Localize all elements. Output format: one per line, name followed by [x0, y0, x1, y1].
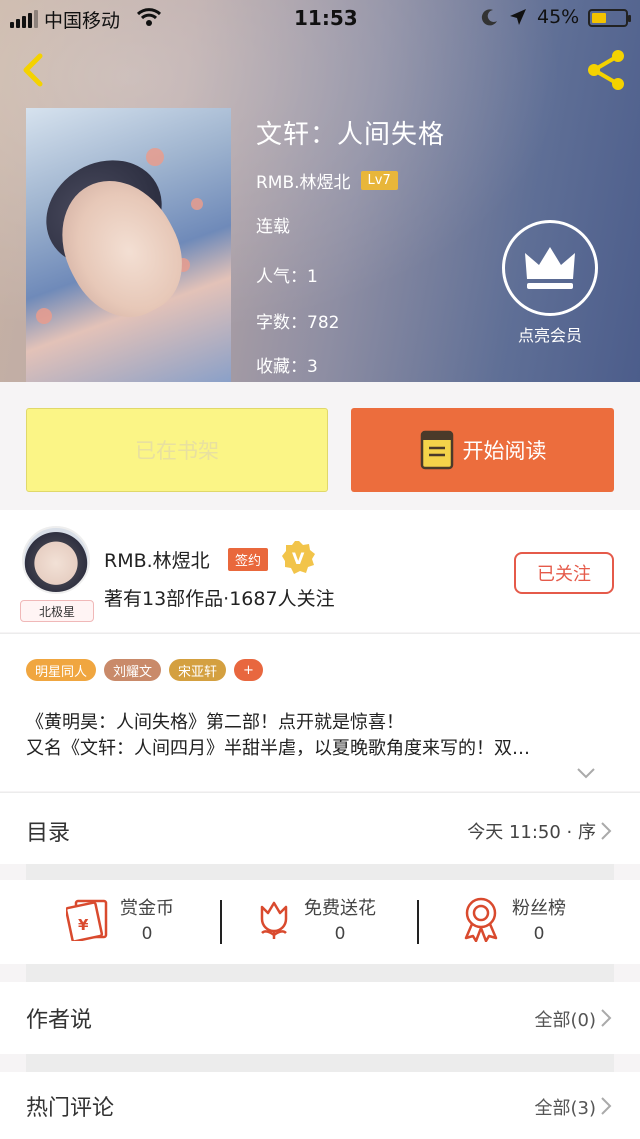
fan-rank-stat[interactable]: 粉丝榜 0: [460, 894, 566, 944]
reward-coin-stat[interactable]: ¥ 赏金币 0: [66, 894, 174, 944]
book-cover[interactable]: [26, 108, 231, 382]
stat-label: 赏金币: [120, 898, 174, 919]
intro-line: 《黄明昊：人间失格》第二部！点开就是惊喜！: [26, 712, 404, 733]
verified-v-icon: V: [282, 541, 315, 574]
tag-item[interactable]: 宋亚轩: [169, 659, 227, 681]
author-card: 北极星 RMB.林煜北 签约 V 著有13部作品·1687人关注 已关注: [0, 510, 640, 632]
book-popularity: 人气：1: [256, 267, 318, 287]
author-says-count: 全部(0): [534, 1010, 597, 1031]
stat-value: 0: [334, 924, 346, 944]
intro-line: 又名《文轩：人间四月》半甜半虐，以夏晚歌角度来写的！双…: [26, 738, 530, 759]
red-envelope-icon: ¥: [66, 899, 108, 941]
flower-icon: [260, 901, 288, 939]
level-badge: Lv7: [360, 171, 398, 190]
wifi-icon: [136, 8, 162, 26]
catalog-row[interactable]: 目录 今天 11:50 · 序: [0, 792, 640, 864]
battery-icon: [588, 9, 631, 27]
chevron-right-icon: [601, 1097, 612, 1115]
stat-value: 0: [533, 924, 545, 944]
chevron-right-icon: [601, 822, 612, 840]
book-author[interactable]: RMB.林煜北: [256, 168, 351, 193]
author-says-row[interactable]: 作者说 全部(0): [0, 982, 640, 1054]
stat-label: 粉丝榜: [512, 898, 566, 919]
battery-percent: 45%: [537, 6, 580, 28]
section-divider: [26, 964, 614, 982]
hot-comments-title: 热门评论: [26, 1096, 115, 1121]
followed-button[interactable]: 已关注: [514, 552, 614, 594]
book-title: 文轩：人间失格: [256, 120, 446, 150]
book-intro-section: 明星同人 刘耀文 宋亚轩 + 《黄明昊：人间失格》第二部！点开就是惊喜！ 又名《…: [0, 633, 640, 791]
reward-stats: ¥ 赏金币 0 免费送花 0 粉丝榜 0: [0, 880, 640, 964]
book-word-count: 字数：782: [256, 313, 340, 333]
stat-value: 0: [141, 924, 153, 944]
book-intro[interactable]: 《黄明昊：人间失格》第二部！点开就是惊喜！ 又名《文轩：人间四月》半甜半虐，以夏…: [26, 710, 616, 762]
book-icon: [420, 430, 453, 470]
signed-badge: 签约: [228, 548, 269, 571]
chevron-right-icon: [601, 1009, 612, 1027]
back-icon[interactable]: [14, 50, 54, 90]
on-shelf-label: 已在书架: [135, 439, 219, 463]
book-author-line: RMB.林煜北 Lv7: [256, 168, 398, 193]
send-flower-stat[interactable]: 免费送花 0: [254, 894, 376, 944]
tag-item[interactable]: 明星同人: [26, 659, 97, 681]
hot-comments-row[interactable]: 热门评论 全部(3): [0, 1072, 640, 1139]
avatar-tag: 北极星: [20, 600, 94, 622]
svg-text:¥: ¥: [78, 916, 89, 934]
status-bar: 中国移动 11:53 45%: [0, 0, 640, 36]
clock: 11:53: [294, 6, 358, 30]
carrier-label: 中国移动: [44, 10, 121, 32]
stat-divider: [220, 900, 222, 944]
vip-button[interactable]: 点亮会员: [502, 220, 598, 346]
stat-divider: [417, 900, 419, 944]
author-says-title: 作者说: [26, 1008, 93, 1033]
share-icon[interactable]: [582, 46, 630, 94]
catalog-update: 今天 11:50 · 序: [467, 822, 596, 843]
location-icon: [510, 9, 526, 25]
chevron-down-icon[interactable]: [576, 766, 596, 780]
add-tag-button[interactable]: +: [234, 659, 263, 681]
medal-icon: [464, 897, 498, 942]
start-reading-label: 开始阅读: [462, 439, 547, 463]
stat-label: 免费送花: [304, 898, 376, 919]
followed-label: 已关注: [537, 564, 591, 585]
signal-icon: [10, 10, 38, 28]
moon-icon: [481, 9, 497, 26]
battery-level: [592, 13, 606, 23]
author-name[interactable]: RMB.林煜北: [104, 546, 210, 573]
hot-comments-count: 全部(3): [534, 1098, 597, 1119]
tag-list: 明星同人 刘耀文 宋亚轩 +: [26, 659, 263, 681]
catalog-title: 目录: [26, 821, 71, 846]
book-status: 连载: [256, 217, 290, 237]
on-shelf-button[interactable]: 已在书架: [26, 408, 328, 492]
avatar[interactable]: [22, 526, 90, 594]
section-divider: [26, 1054, 614, 1072]
crown-icon: [502, 220, 598, 316]
vip-label: 点亮会员: [517, 326, 582, 345]
author-stats: 著有13部作品·1687人关注: [104, 588, 335, 610]
start-reading-button[interactable]: 开始阅读: [351, 408, 614, 492]
book-favorites: 收藏：3: [256, 357, 318, 377]
tag-item[interactable]: 刘耀文: [104, 659, 162, 681]
svg-text:V: V: [292, 549, 305, 568]
